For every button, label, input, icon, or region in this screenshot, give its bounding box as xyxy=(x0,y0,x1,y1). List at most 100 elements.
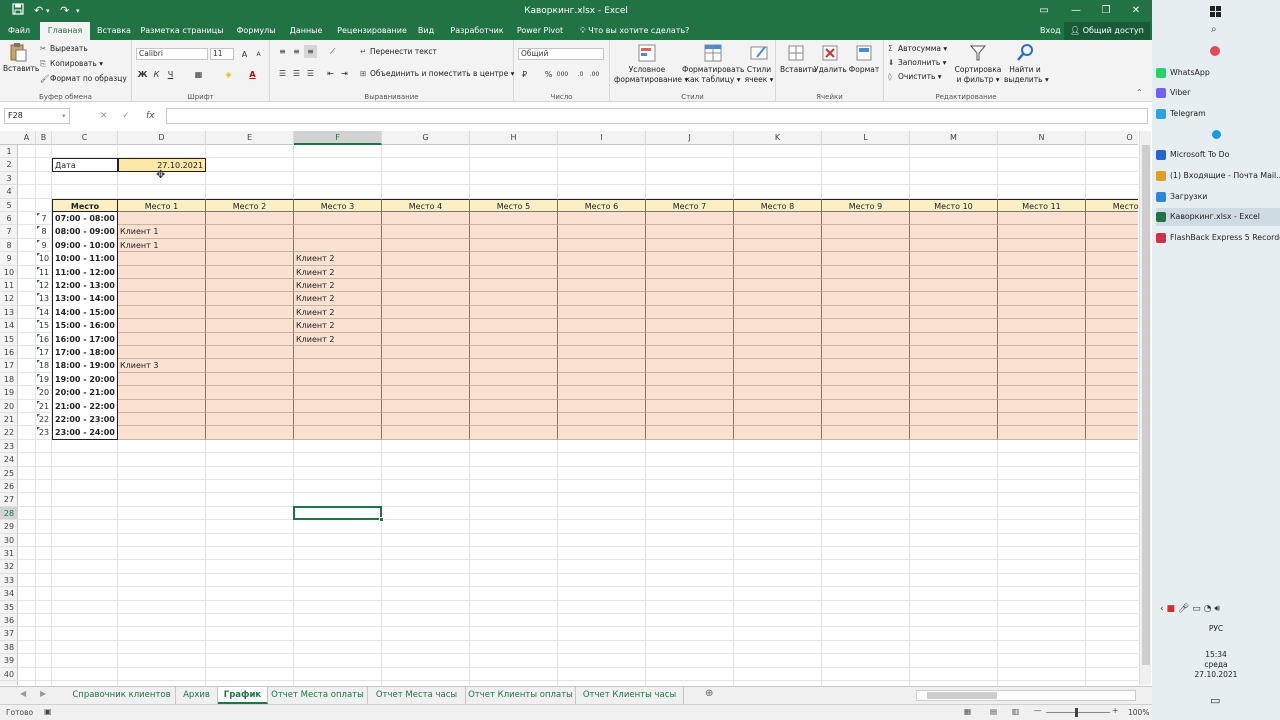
booking-cell[interactable] xyxy=(118,372,206,387)
empty-slot-cell[interactable] xyxy=(822,292,910,306)
column-header[interactable]: G xyxy=(382,131,470,145)
empty-slot-cell[interactable] xyxy=(822,212,910,226)
font-name-select[interactable]: Calibri xyxy=(136,48,208,60)
booking-cell[interactable] xyxy=(118,279,206,293)
percent-icon[interactable]: % xyxy=(542,68,555,81)
empty-slot-cell[interactable] xyxy=(206,252,294,266)
copy-button[interactable]: ⎘ Копировать ▾ xyxy=(40,58,103,69)
ribbon-tab[interactable]: Рецензирование xyxy=(334,22,410,40)
booking-cell[interactable] xyxy=(118,426,206,440)
empty-slot-cell[interactable] xyxy=(382,413,470,427)
empty-slot-cell[interactable] xyxy=(646,426,734,440)
empty-slot-cell[interactable] xyxy=(206,386,294,400)
empty-slot-cell[interactable] xyxy=(734,265,822,279)
empty-slot-cell[interactable] xyxy=(910,319,998,333)
empty-slot-cell[interactable] xyxy=(558,413,646,427)
delete-cells-button[interactable]: Удалить xyxy=(814,43,847,75)
ribbon-tab[interactable]: Разработчик xyxy=(446,22,508,40)
empty-slot-cell[interactable] xyxy=(734,212,822,226)
row-header[interactable]: 10 xyxy=(0,266,18,279)
empty-slot-cell[interactable] xyxy=(1086,305,1138,320)
empty-slot-cell[interactable] xyxy=(558,212,646,226)
macro-record-icon[interactable]: ▣ xyxy=(44,707,52,716)
empty-slot-cell[interactable] xyxy=(646,399,734,413)
empty-slot-cell[interactable] xyxy=(558,372,646,387)
empty-slot-cell[interactable] xyxy=(382,386,470,400)
vertical-scroll-thumb[interactable] xyxy=(1142,145,1150,665)
row-header[interactable]: 8 xyxy=(0,239,18,253)
ribbon-tab[interactable]: Формулы xyxy=(230,22,282,40)
empty-slot-cell[interactable] xyxy=(470,225,558,239)
name-box-dropdown-icon[interactable]: ▾ xyxy=(62,108,66,124)
find-select-button[interactable]: Найти и выделить ▾ xyxy=(1004,43,1049,85)
increase-decimal-icon[interactable]: .0 xyxy=(574,68,587,81)
empty-slot-cell[interactable] xyxy=(382,426,470,440)
time-slot-cell[interactable]: 23:00 - 24:00 xyxy=(52,426,118,440)
empty-slot-cell[interactable] xyxy=(382,212,470,226)
empty-slot-cell[interactable] xyxy=(1086,372,1138,387)
paste-button[interactable]: Вставить xyxy=(3,42,39,74)
empty-slot-cell[interactable] xyxy=(734,305,822,320)
sort-filter-button[interactable]: Сортировка и фильтр ▾ xyxy=(954,43,1002,85)
format-as-table-button[interactable]: Форматировать как таблицу ▾ xyxy=(682,43,744,85)
empty-slot-cell[interactable] xyxy=(998,279,1086,293)
column-header[interactable]: M xyxy=(910,131,998,145)
wrap-text-button[interactable]: ↵ Перенести текст xyxy=(360,46,437,57)
row-header[interactable]: 4 xyxy=(0,185,18,199)
close-button[interactable]: ✕ xyxy=(1120,0,1152,22)
empty-slot-cell[interactable] xyxy=(558,252,646,266)
fill-button[interactable]: ⬇ Заполнить ▾ xyxy=(888,57,946,68)
empty-slot-cell[interactable] xyxy=(382,305,470,320)
row-header[interactable]: 3 xyxy=(0,172,18,186)
time-slot-cell[interactable]: 20:00 - 21:00 xyxy=(52,386,118,400)
sheet-tab[interactable]: Отчет Места оплаты xyxy=(268,687,368,704)
name-box[interactable]: F28 xyxy=(4,108,70,124)
page-layout-icon[interactable]: ▤ xyxy=(990,707,997,716)
empty-slot-cell[interactable] xyxy=(206,265,294,279)
booking-cell[interactable] xyxy=(294,346,382,360)
empty-slot-cell[interactable] xyxy=(1086,399,1138,413)
clock[interactable]: 15:34 среда 27.10.2021 xyxy=(1152,650,1280,680)
empty-slot-cell[interactable] xyxy=(1086,252,1138,266)
zoom-slider[interactable] xyxy=(1046,712,1110,713)
booking-cell[interactable] xyxy=(118,332,206,346)
empty-slot-cell[interactable] xyxy=(910,359,998,373)
row-header[interactable]: 2 xyxy=(0,158,18,172)
column-header[interactable]: N xyxy=(998,131,1086,145)
empty-slot-cell[interactable] xyxy=(822,359,910,373)
microphone-icon[interactable]: 🎤︎ xyxy=(1178,604,1189,614)
align-bottom-icon[interactable]: ≡ xyxy=(304,45,317,58)
empty-slot-cell[interactable] xyxy=(734,279,822,293)
empty-slot-cell[interactable] xyxy=(822,413,910,427)
empty-slot-cell[interactable] xyxy=(382,399,470,413)
align-right-icon[interactable]: ☰ xyxy=(304,67,317,80)
empty-slot-cell[interactable] xyxy=(822,279,910,293)
row-header[interactable]: 13 xyxy=(0,306,18,320)
empty-slot-cell[interactable] xyxy=(646,319,734,333)
column-header[interactable]: F xyxy=(294,131,382,145)
grow-font-icon[interactable]: A xyxy=(238,48,251,61)
restore-button[interactable]: ❐ xyxy=(1090,0,1122,22)
booking-cell[interactable] xyxy=(118,319,206,333)
tray-app-icon[interactable]: ■ xyxy=(1166,604,1175,614)
align-center-icon[interactable]: ☰ xyxy=(290,67,303,80)
booking-cell[interactable] xyxy=(294,225,382,239)
row-header[interactable]: 9 xyxy=(0,252,18,266)
font-size-select[interactable]: 11 xyxy=(210,48,234,60)
empty-slot-cell[interactable] xyxy=(206,319,294,333)
empty-slot-cell[interactable] xyxy=(998,238,1086,253)
empty-slot-cell[interactable] xyxy=(998,386,1086,400)
empty-slot-cell[interactable] xyxy=(646,359,734,373)
taskbar-app[interactable]: (1) Входящие - Почта Mail... xyxy=(1156,167,1280,185)
signin-link[interactable]: Вход xyxy=(1040,22,1061,40)
empty-slot-cell[interactable] xyxy=(558,426,646,440)
empty-slot-cell[interactable] xyxy=(734,372,822,387)
row-header[interactable]: 32 xyxy=(0,560,18,574)
empty-slot-cell[interactable] xyxy=(206,305,294,320)
booking-cell[interactable] xyxy=(118,413,206,427)
cancel-icon[interactable]: ✕ xyxy=(100,108,108,124)
time-slot-cell[interactable]: 17:00 - 18:00 xyxy=(52,346,118,360)
row-header[interactable]: 14 xyxy=(0,319,18,333)
empty-slot-cell[interactable] xyxy=(910,265,998,279)
empty-slot-cell[interactable] xyxy=(470,346,558,360)
